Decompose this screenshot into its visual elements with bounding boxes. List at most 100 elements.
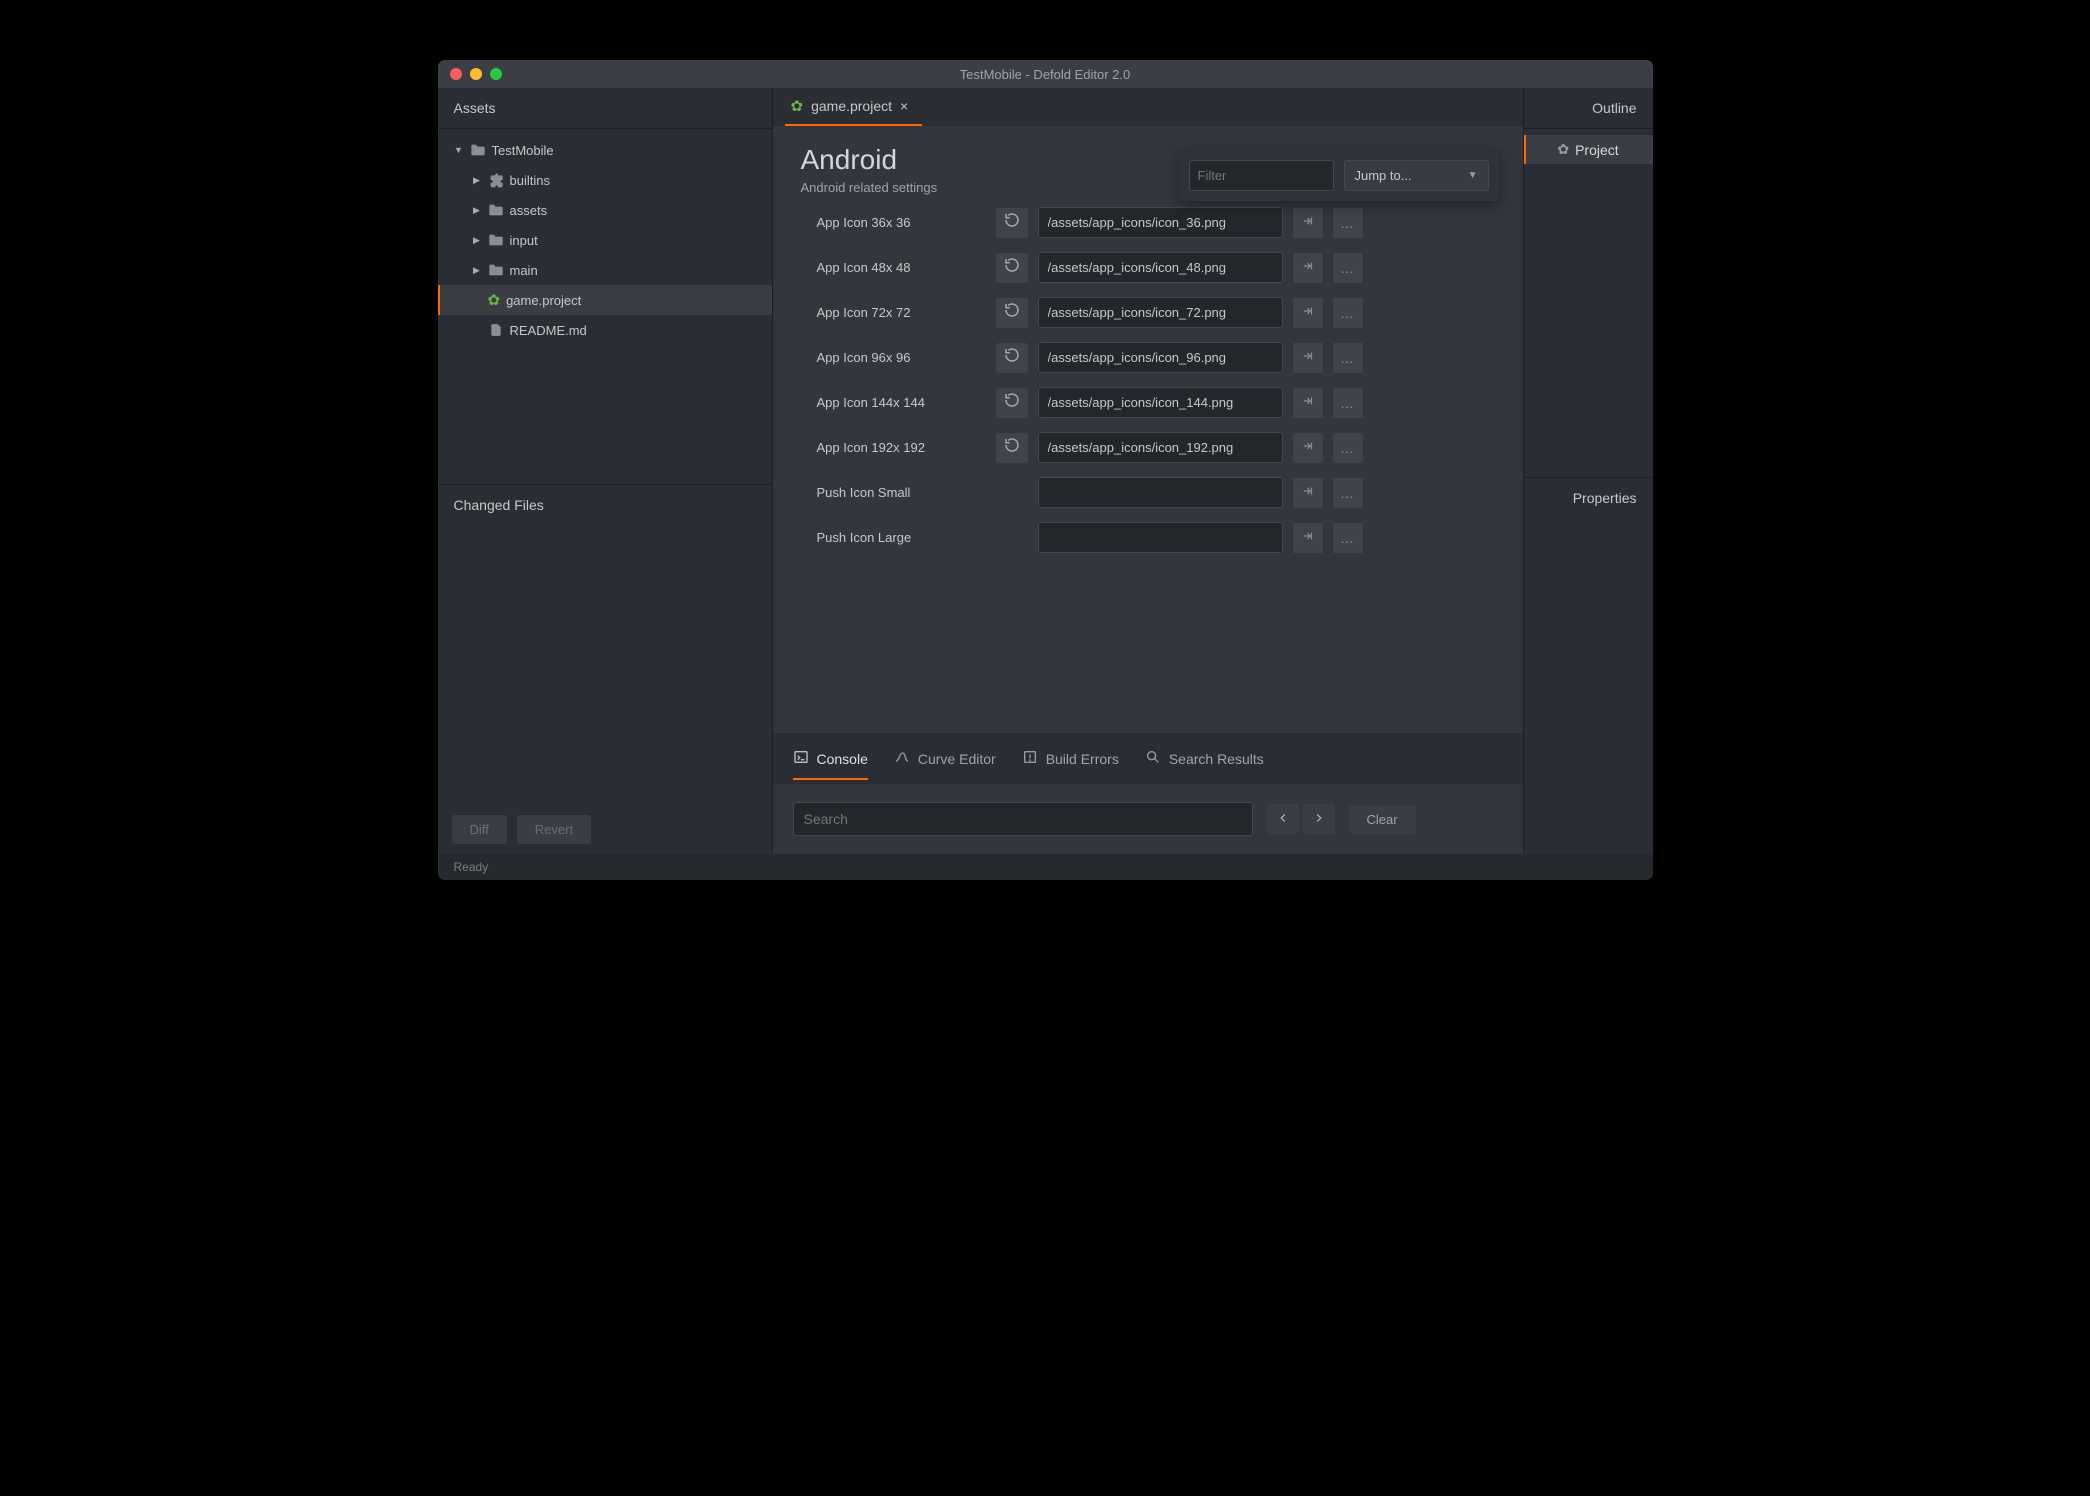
prop-label: App Icon 192x 192	[801, 440, 986, 455]
tree-label: README.md	[510, 323, 587, 338]
prop-row: App Icon 72x 72 …	[801, 297, 1495, 328]
goto-icon	[1301, 394, 1315, 411]
next-button[interactable]	[1303, 804, 1335, 834]
right-panel: Outline ✿ Project Properties	[1523, 88, 1653, 854]
goto-resource-button[interactable]	[1293, 208, 1323, 238]
reset-button[interactable]	[996, 388, 1028, 418]
goto-resource-button[interactable]	[1293, 478, 1323, 508]
reset-button[interactable]	[996, 208, 1028, 238]
reset-button[interactable]	[996, 433, 1028, 463]
tree-label: game.project	[506, 293, 581, 308]
editor-tab-gameproject[interactable]: ✿ game.project ×	[785, 88, 923, 126]
changed-files-body	[438, 525, 772, 805]
chevron-right-icon[interactable]	[472, 235, 482, 245]
browse-button[interactable]: …	[1333, 523, 1363, 553]
tree-folder-input[interactable]: input	[438, 225, 772, 255]
goto-resource-button[interactable]	[1293, 298, 1323, 328]
prop-input[interactable]	[1038, 477, 1283, 508]
prop-row: App Icon 192x 192 …	[801, 432, 1495, 463]
tree-label: assets	[510, 203, 548, 218]
goto-icon	[1301, 349, 1315, 366]
diff-button[interactable]: Diff	[452, 815, 507, 844]
statusbar: Ready	[438, 854, 1653, 880]
chevron-right-icon[interactable]	[472, 205, 482, 215]
tree-root[interactable]: TestMobile	[438, 135, 772, 165]
prop-input[interactable]	[1038, 252, 1283, 283]
undo-icon	[1003, 391, 1021, 414]
browse-button[interactable]: …	[1333, 253, 1363, 283]
prop-input[interactable]	[1038, 522, 1283, 553]
tab-console[interactable]: Console	[793, 749, 868, 780]
prop-label: App Icon 144x 144	[801, 395, 986, 410]
chevron-down-icon: ▼	[1468, 170, 1478, 181]
prop-row: App Icon 48x 48 …	[801, 252, 1495, 283]
prop-input[interactable]	[1038, 387, 1283, 418]
reset-button[interactable]	[996, 298, 1028, 328]
dots-icon: …	[1340, 350, 1355, 366]
browse-button[interactable]: …	[1333, 298, 1363, 328]
undo-icon	[1003, 436, 1021, 459]
jump-label: Jump to...	[1355, 168, 1412, 183]
browse-button[interactable]: …	[1333, 388, 1363, 418]
puzzle-icon	[488, 172, 504, 188]
revert-button[interactable]: Revert	[517, 815, 591, 844]
prop-input[interactable]	[1038, 297, 1283, 328]
bottom-tabs: Console Curve Editor Build Errors Search…	[773, 739, 1523, 780]
goto-resource-button[interactable]	[1293, 433, 1323, 463]
tree-folder-main[interactable]: main	[438, 255, 772, 285]
prop-input[interactable]	[1038, 342, 1283, 373]
file-icon	[488, 322, 504, 338]
dots-icon: …	[1340, 305, 1355, 321]
changed-files-panel: Changed Files Diff Revert	[438, 484, 772, 854]
prop-input[interactable]	[1038, 432, 1283, 463]
tree-file-gameproject[interactable]: ✿ game.project	[438, 285, 772, 315]
prop-input[interactable]	[1038, 207, 1283, 238]
tree-folder-assets[interactable]: assets	[438, 195, 772, 225]
browse-button[interactable]: …	[1333, 208, 1363, 238]
browse-button[interactable]: …	[1333, 343, 1363, 373]
dots-icon: …	[1340, 485, 1355, 501]
tree-folder-builtins[interactable]: builtins	[438, 165, 772, 195]
tab-search-results[interactable]: Search Results	[1145, 749, 1264, 780]
reset-button[interactable]	[996, 253, 1028, 283]
zoom-window-button[interactable]	[490, 68, 502, 80]
assets-header: Assets	[438, 88, 772, 129]
titlebar: TestMobile - Defold Editor 2.0	[438, 60, 1653, 88]
changed-files-header: Changed Files	[438, 485, 772, 525]
app-window: TestMobile - Defold Editor 2.0 Assets Te…	[438, 60, 1653, 880]
close-tab-icon[interactable]: ×	[900, 98, 908, 114]
prev-button[interactable]	[1267, 804, 1299, 834]
assets-tree[interactable]: TestMobile builtins assets input	[438, 129, 772, 484]
btab-label: Curve Editor	[918, 751, 996, 767]
folder-icon	[488, 202, 504, 218]
minimize-window-button[interactable]	[470, 68, 482, 80]
props-list: App Icon 36x 36 … App Icon 48x 48 … App …	[801, 207, 1495, 553]
goto-resource-button[interactable]	[1293, 253, 1323, 283]
tab-curve-editor[interactable]: Curve Editor	[894, 749, 996, 780]
jump-to-select[interactable]: Jump to... ▼	[1344, 160, 1489, 191]
dots-icon: …	[1340, 530, 1355, 546]
btab-label: Console	[817, 751, 868, 767]
chevron-down-icon[interactable]	[454, 145, 464, 155]
goto-resource-button[interactable]	[1293, 388, 1323, 418]
chevron-right-icon[interactable]	[472, 265, 482, 275]
tab-build-errors[interactable]: Build Errors	[1022, 749, 1119, 780]
tree-file-readme[interactable]: README.md	[438, 315, 772, 345]
browse-button[interactable]: …	[1333, 433, 1363, 463]
close-window-button[interactable]	[450, 68, 462, 80]
outline-item-project[interactable]: ✿ Project	[1524, 135, 1653, 164]
goto-resource-button[interactable]	[1293, 343, 1323, 373]
warning-icon	[1022, 749, 1038, 768]
editor-body: Android Android related settings Jump to…	[773, 126, 1523, 733]
prop-label: App Icon 36x 36	[801, 215, 986, 230]
outline-body: ✿ Project	[1524, 129, 1653, 477]
goto-icon	[1301, 484, 1315, 501]
properties-header: Properties	[1524, 477, 1653, 518]
search-icon	[1145, 749, 1161, 768]
goto-resource-button[interactable]	[1293, 523, 1323, 553]
browse-button[interactable]: …	[1333, 478, 1363, 508]
clear-button[interactable]: Clear	[1349, 805, 1416, 834]
reset-button[interactable]	[996, 343, 1028, 373]
chevron-right-icon[interactable]	[472, 175, 482, 185]
console-search-input[interactable]	[793, 802, 1253, 836]
